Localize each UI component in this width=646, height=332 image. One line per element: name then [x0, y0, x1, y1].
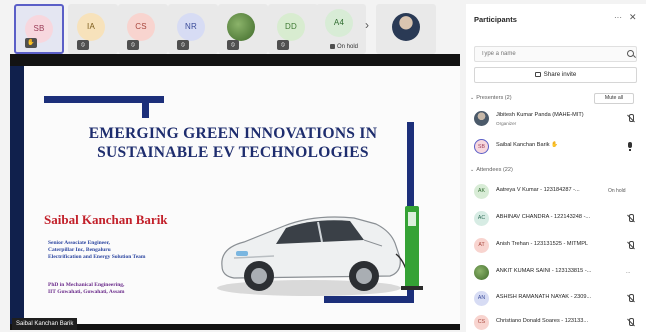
participant-name: ANKIT KUMAR SAINI - 123133815 -...: [496, 268, 592, 274]
avatar: NR: [177, 13, 205, 41]
presenter-name-chip: Saibal Kanchan Barik: [12, 318, 78, 330]
share-icon: [534, 72, 541, 77]
participant-tile-a4[interactable]: A4 On hold: [316, 4, 366, 54]
role-line: Electrification and Energy Solution Team: [48, 254, 146, 261]
mic-muted-icon: [626, 114, 635, 123]
close-icon[interactable]: ✕: [629, 12, 637, 23]
attendee-row[interactable]: ANKIT KUMAR SAINI - 123133815 -... ...: [472, 262, 640, 282]
attendee-row[interactable]: CS Christiano Donald Soares - 123133...: [472, 312, 640, 332]
avatar-photo: [474, 265, 489, 280]
mic-on-icon: [628, 142, 632, 151]
electric-car-illustration: [217, 206, 423, 296]
attendees-label: Attendees (22): [476, 167, 513, 173]
participant-name: Saibal Kanchan Barik ✋: [496, 142, 558, 148]
stage-left-bar: [10, 66, 24, 330]
avatar: DD: [277, 13, 305, 41]
degree-line: IIT Guwahati, Guwahati, Assam: [48, 289, 125, 296]
slide-title: EMERGING GREEN INNOVATIONS IN SUSTAINABL…: [88, 125, 378, 161]
participant-name: ABHINAV CHANDRA - 122143248 -...: [496, 214, 591, 220]
search-input[interactable]: [474, 46, 637, 62]
participant-tile-cs[interactable]: CS ⦸: [118, 4, 168, 54]
mic-muted-icon: ⦸: [177, 40, 189, 50]
video-gallery-strip: SB ✋ IA ⦸ CS ⦸ NR ⦸ ⦸ DD ⦸ A4 On hold ›: [10, 4, 460, 54]
raised-hand-icon: ✋: [551, 142, 559, 148]
avatar: AK: [474, 184, 489, 199]
raised-hand-icon: ✋: [25, 38, 37, 48]
on-hold-label: On hold: [330, 44, 358, 50]
participant-tile-video[interactable]: [376, 4, 436, 54]
mic-muted-icon: [626, 214, 635, 223]
on-hold-status: On hold: [608, 188, 626, 194]
presenter-row[interactable]: Jibitesh Kumar Panda (MAHE-MIT) Organize…: [472, 108, 640, 128]
participant-name: Jibitesh Kumar Panda (MAHE-MIT): [496, 112, 584, 118]
presenter-role: Senior Associate Engineer, Caterpillar I…: [48, 240, 218, 262]
mic-muted-icon: [626, 241, 635, 250]
participant-role: Organizer: [496, 121, 517, 126]
avatar: SB: [474, 139, 489, 154]
attendee-row[interactable]: AT Anish Trehan - 123131525 - MITMPL: [472, 235, 640, 255]
shared-screen: EMERGING GREEN INNOVATIONS IN SUSTAINABL…: [10, 54, 460, 330]
mic-muted-icon: [626, 294, 635, 303]
avatar: AN: [474, 291, 489, 306]
chevron-right-icon[interactable]: ›: [365, 18, 369, 32]
participant-name: Anish Trehan - 123131525 - MITMPL: [496, 241, 589, 247]
chevron-down-icon: ⌄: [470, 95, 475, 101]
avatar: AC: [474, 211, 489, 226]
participants-panel: Participants ··· ✕ Share invite ⌄Present…: [466, 4, 646, 332]
attendee-row[interactable]: AK Aatreya V Kumar - 123184287 -... On h…: [472, 181, 640, 201]
mute-all-button[interactable]: Mute all: [594, 93, 634, 104]
role-line: Caterpillar Inc, Bengaluru: [48, 247, 111, 254]
chevron-down-icon: ⌄: [470, 167, 475, 173]
avatar-photo: [474, 111, 489, 126]
presentation-slide: EMERGING GREEN INNOVATIONS IN SUSTAINABL…: [24, 66, 460, 324]
avatar: CS: [474, 315, 489, 330]
share-invite-label: Share invite: [543, 71, 577, 78]
avatar: AT: [474, 238, 489, 253]
degree-line: PhD in Mechanical Engineering,: [48, 282, 125, 288]
participant-name: Christiano Donald Soares - 123133...: [496, 318, 589, 324]
more-options-icon[interactable]: ...: [626, 269, 630, 275]
presenter-row[interactable]: SB Saibal Kanchan Barik ✋: [472, 136, 640, 156]
participant-name: ASHISH RAMANATH NAYAK - 2309...: [496, 294, 592, 300]
stage-top-bar: [10, 54, 460, 66]
avatar: CS: [127, 13, 155, 41]
attendee-row[interactable]: AN ASHISH RAMANATH NAYAK - 2309...: [472, 288, 640, 308]
panel-title: Participants: [474, 15, 517, 24]
more-options-icon[interactable]: ···: [614, 13, 622, 22]
avatar-photo: [392, 13, 420, 41]
participant-name-text: Saibal Kanchan Barik: [496, 142, 550, 148]
mic-muted-icon: [626, 318, 635, 327]
avatar-photo: [227, 13, 255, 41]
participant-tile-sb[interactable]: SB ✋: [14, 4, 64, 54]
mic-muted-icon: ⦸: [127, 40, 139, 50]
search-icon[interactable]: [627, 50, 634, 57]
participant-name: Aatreya V Kumar - 123184287 -...: [496, 187, 580, 193]
presenters-label: Presenters (2): [476, 95, 512, 101]
participant-tile-nr[interactable]: NR ⦸: [168, 4, 218, 54]
role-line: Senior Associate Engineer,: [48, 240, 110, 246]
presenter-name: Saibal Kanchan Barik: [44, 212, 168, 227]
participant-tile-ia[interactable]: IA ⦸: [68, 4, 118, 54]
attendees-section-header[interactable]: ⌄ Attendees (22): [470, 167, 513, 173]
participant-tile-dd[interactable]: DD ⦸: [268, 4, 318, 54]
avatar: A4: [325, 9, 353, 37]
presenter-degree: PhD in Mechanical Engineering, IIT Guwah…: [48, 282, 218, 296]
mic-muted-icon: ⦸: [277, 40, 289, 50]
share-invite-button[interactable]: Share invite: [474, 67, 637, 83]
participant-tile-photo[interactable]: ⦸: [218, 4, 268, 54]
mic-muted-icon: ⦸: [77, 40, 89, 50]
avatar: IA: [77, 13, 105, 41]
slide-decor-bar: [142, 96, 149, 118]
stage-bottom-bar: [10, 324, 460, 330]
mic-muted-icon: ⦸: [227, 40, 239, 50]
attendee-row[interactable]: AC ABHINAV CHANDRA - 122143248 -...: [472, 208, 640, 228]
presenters-section-header[interactable]: ⌄ Presenters (2): [470, 95, 512, 101]
